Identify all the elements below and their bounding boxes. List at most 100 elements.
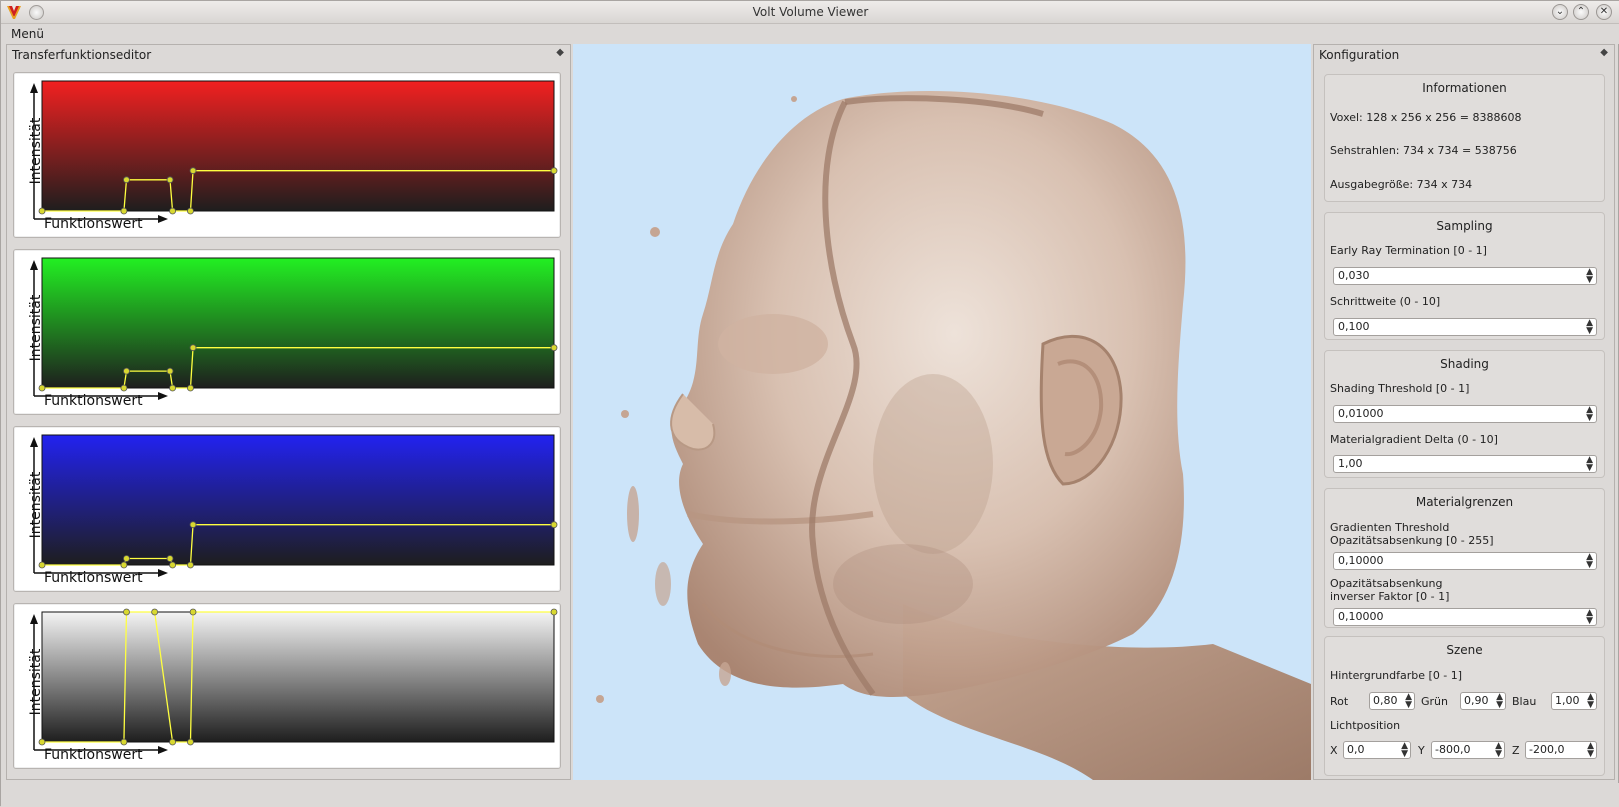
background-color-label: Hintergrundfarbe [0 - 1] <box>1330 669 1463 682</box>
spin-arrows-icon[interactable]: ▲ ▼ <box>1401 742 1408 759</box>
material-bounds-group: Materialgrenzen Gradienten Threshold Opa… <box>1324 488 1605 628</box>
tf-control-point[interactable] <box>550 608 558 616</box>
tf-gradient-area[interactable] <box>41 80 555 212</box>
spin-arrows-icon[interactable]: ▲ ▼ <box>1587 742 1594 759</box>
tf-control-point[interactable] <box>123 555 130 562</box>
tf-control-point[interactable] <box>151 608 159 616</box>
spin-arrows-icon[interactable]: ▲ ▼ <box>1495 742 1502 759</box>
tf-plot-blue[interactable] <box>14 427 562 593</box>
material-bounds-title: Materialgrenzen <box>1415 495 1514 509</box>
x-axis-arrow-icon <box>158 392 168 400</box>
tf-plot-alpha[interactable] <box>14 604 562 770</box>
tf-gradient-area[interactable] <box>41 434 555 566</box>
title-bar[interactable]: Volt Volume Viewer ⌄ ⌃ ✕ <box>1 1 1619 24</box>
light-y-value: -800,0 <box>1435 743 1471 756</box>
tf-control-point[interactable] <box>120 561 128 569</box>
tf-control-point[interactable] <box>38 207 46 215</box>
step-spinbox[interactable]: 0,100 ▲ ▼ <box>1333 318 1597 336</box>
spin-arrows-icon[interactable]: ▲ ▼ <box>1496 693 1503 710</box>
material-delta-spinbox[interactable]: 1,00 ▲ ▼ <box>1333 455 1597 473</box>
tf-channel-red[interactable]: Intensität Funktionswert <box>13 72 561 238</box>
tf-channel-green[interactable]: Intensität Funktionswert <box>13 249 561 415</box>
minimize-icon[interactable]: ⌄ <box>1552 4 1568 20</box>
green-label: Grün <box>1421 695 1448 708</box>
tf-plot-red[interactable] <box>14 73 562 239</box>
opacity-reduction-label: Opazitätsabsenkung [0 - 255] <box>1330 534 1494 547</box>
shading-threshold-spinbox[interactable]: 0,01000 ▲ ▼ <box>1333 405 1597 423</box>
tf-control-point[interactable] <box>166 367 174 375</box>
tf-gradient-area[interactable] <box>41 257 555 389</box>
light-x-spinbox[interactable]: 0,0 ▲ ▼ <box>1343 741 1411 759</box>
gradient-threshold-spinbox[interactable]: 0,10000 ▲ ▼ <box>1333 552 1597 570</box>
blue-label: Blau <box>1512 695 1537 708</box>
tf-control-point[interactable] <box>169 384 176 392</box>
tf-control-point[interactable] <box>120 738 128 746</box>
tf-control-point[interactable] <box>38 561 46 569</box>
tf-control-point[interactable] <box>169 207 176 215</box>
opacity-reduction2-label: Opazitätsabsenkung <box>1330 577 1443 590</box>
tf-control-point[interactable] <box>189 344 197 352</box>
dock-float-icon[interactable]: ◆ <box>1600 47 1608 58</box>
tf-gradient-area[interactable] <box>41 611 555 743</box>
spin-arrows-icon[interactable]: ▲ ▼ <box>1586 456 1593 473</box>
spin-arrows-icon[interactable]: ▲ ▼ <box>1587 693 1594 710</box>
spin-arrows-icon[interactable]: ▲ ▼ <box>1586 609 1593 626</box>
light-y-spinbox[interactable]: -800,0 ▲ ▼ <box>1431 741 1505 759</box>
tf-control-point[interactable] <box>189 167 197 175</box>
inverse-factor-spinbox[interactable]: 0,10000 ▲ ▼ <box>1333 608 1597 626</box>
app-window: Volt Volume Viewer ⌄ ⌃ ✕ Menü Transferfu… <box>0 0 1619 807</box>
rendered-head-volume <box>596 91 1311 780</box>
bg-green-value: 0,90 <box>1464 694 1489 707</box>
material-delta-value: 1,00 <box>1338 457 1363 470</box>
tf-control-point[interactable] <box>550 167 558 175</box>
y-axis-arrow-icon <box>30 260 38 270</box>
tf-plot-green[interactable] <box>14 250 562 416</box>
scene-group: Szene Hintergrundfarbe [0 - 1] Rot 0,80 ▲… <box>1324 636 1605 776</box>
tf-control-point[interactable] <box>166 176 174 184</box>
tf-control-point[interactable] <box>120 207 128 215</box>
y-label: Y <box>1418 744 1425 757</box>
material-delta-label: Materialgradient Delta (0 - 10] <box>1330 433 1498 446</box>
maximize-icon[interactable]: ⌃ <box>1573 4 1589 20</box>
spin-arrows-icon[interactable]: ▲ ▼ <box>1586 319 1593 336</box>
ert-spinbox[interactable]: 0,030 ▲ ▼ <box>1333 267 1597 285</box>
spin-arrows-icon[interactable]: ▲ ▼ <box>1586 553 1593 570</box>
tf-control-point[interactable] <box>187 207 194 215</box>
tf-control-point[interactable] <box>38 384 46 392</box>
spin-arrows-icon[interactable]: ▲ ▼ <box>1405 693 1412 710</box>
tf-control-point[interactable] <box>166 555 174 562</box>
tf-control-point[interactable] <box>189 521 197 529</box>
shading-threshold-label: Shading Threshold [0 - 1] <box>1330 382 1470 395</box>
tf-control-point[interactable] <box>38 738 46 746</box>
light-z-spinbox[interactable]: -200,0 ▲ ▼ <box>1525 741 1597 759</box>
x-axis-arrow-icon <box>158 215 168 223</box>
tf-control-point[interactable] <box>169 561 176 569</box>
close-icon[interactable]: ✕ <box>1596 4 1612 20</box>
bg-green-spinbox[interactable]: 0,90 ▲ ▼ <box>1460 692 1506 710</box>
spin-arrows-icon[interactable]: ▲ ▼ <box>1586 268 1593 285</box>
tf-control-point[interactable] <box>187 384 194 392</box>
tf-control-point[interactable] <box>169 738 176 746</box>
bg-red-spinbox[interactable]: 0,80 ▲ ▼ <box>1369 692 1415 710</box>
tf-channel-blue[interactable]: Intensität Funktionswert <box>13 426 561 592</box>
inverse-factor-label: inverser Faktor [0 - 1] <box>1330 590 1450 603</box>
gradient-threshold-label: Gradienten Threshold <box>1330 521 1450 534</box>
spin-arrows-icon[interactable]: ▲ ▼ <box>1586 406 1593 423</box>
tf-control-point[interactable] <box>120 384 128 392</box>
tf-channel-alpha[interactable]: Intensität Funktionswert <box>13 603 561 769</box>
light-z-value: -200,0 <box>1529 743 1565 756</box>
tf-control-point[interactable] <box>123 176 130 184</box>
bg-blue-spinbox[interactable]: 1,00 ▲ ▼ <box>1551 692 1597 710</box>
tf-control-point[interactable] <box>187 738 194 746</box>
dock-float-icon[interactable]: ◆ <box>556 47 564 58</box>
inverse-factor-value: 0,10000 <box>1338 610 1384 623</box>
tf-control-point[interactable] <box>550 521 558 529</box>
bg-red-value: 0,80 <box>1373 694 1398 707</box>
tf-control-point[interactable] <box>550 344 558 352</box>
menu-main[interactable]: Menü <box>11 27 44 41</box>
volume-render-viewport[interactable] <box>573 44 1311 780</box>
tf-control-point[interactable] <box>123 608 130 616</box>
tf-control-point[interactable] <box>189 608 197 616</box>
tf-control-point[interactable] <box>123 367 130 375</box>
tf-control-point[interactable] <box>187 561 194 569</box>
